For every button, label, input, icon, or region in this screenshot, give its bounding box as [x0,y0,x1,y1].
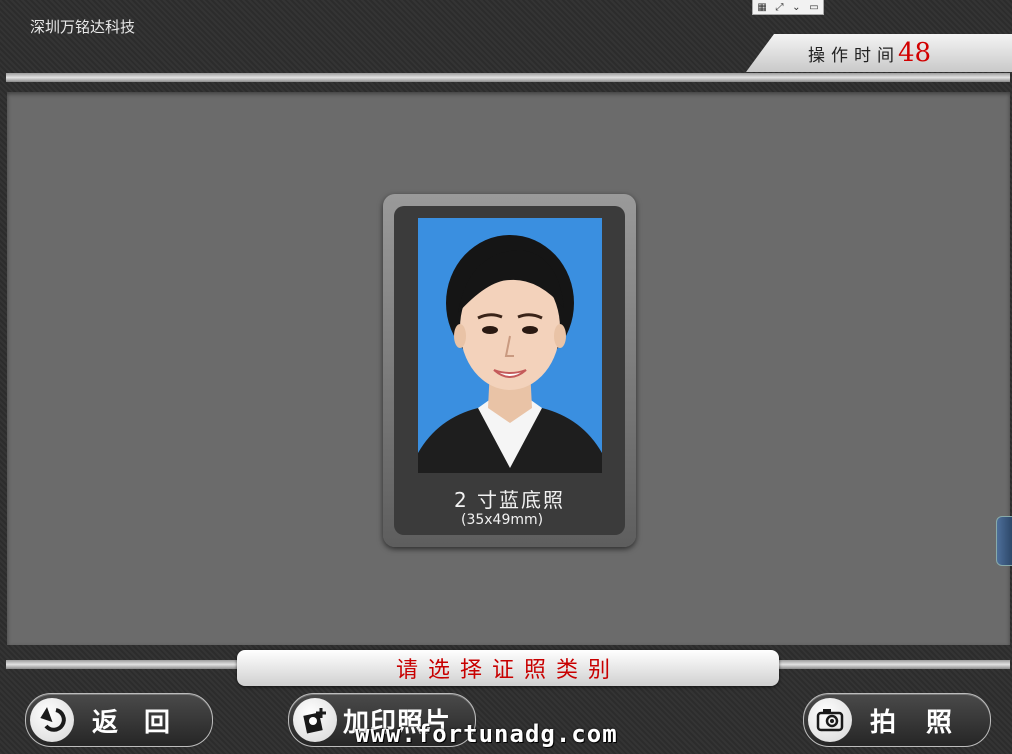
portrait-illustration [418,218,602,473]
card-title: 2 寸蓝底照 [453,488,566,512]
photo-type-card[interactable]: 2 寸蓝底照 (35x49mm) [383,194,636,547]
prompt-text: 请选择证照类别 [395,658,620,683]
prompt-banner: 请选择证照类别 [237,650,779,686]
back-label: 返回 [92,707,197,738]
company-name: 深圳万铭达科技 [30,18,136,36]
expand-icon[interactable]: ⤢ [775,2,783,13]
mini-toolbar[interactable]: ▦ ⤢ ⌄ ▭ [752,0,824,15]
top-rail [6,73,1010,82]
back-button[interactable]: 返回 [25,693,213,747]
grid-icon[interactable]: ▦ [757,2,766,13]
operation-time-tab: 操作时间 48 [746,34,1012,72]
chevron-down-icon[interactable]: ⌄ [792,2,800,13]
back-arrow-icon [30,698,74,742]
add-photo-icon [293,698,337,742]
watermark-text: www.fortunadg.com [355,720,618,748]
take-photo-label: 拍照 [870,707,983,738]
side-panel-handle[interactable] [996,516,1012,566]
camera-icon [808,698,852,742]
operation-time-value: 48 [898,38,932,68]
operation-time-label: 操作时间 [808,45,900,66]
take-photo-button[interactable]: 拍照 [803,693,991,747]
card-size: (35x49mm) [461,512,544,528]
sample-portrait [418,218,602,473]
monitor-icon[interactable]: ▭ [809,2,818,13]
